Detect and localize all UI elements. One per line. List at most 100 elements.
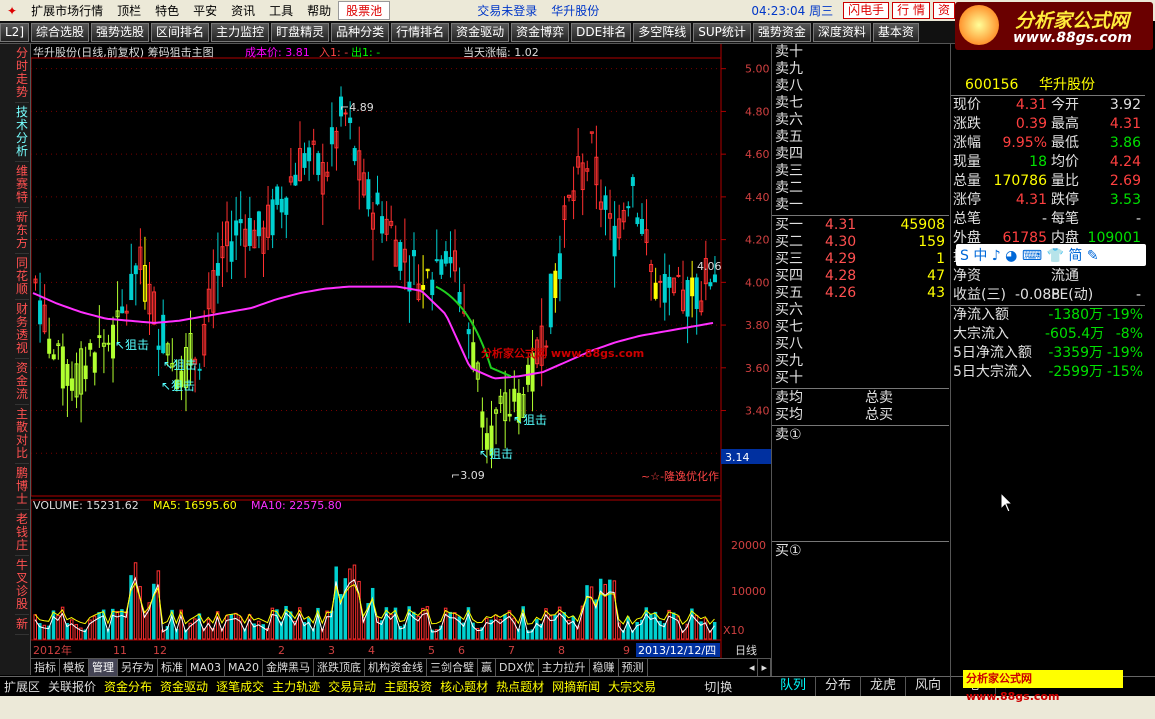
candle-body xyxy=(238,219,243,224)
bottom-tab[interactable]: 热点题材 xyxy=(492,678,548,695)
toolbar-button[interactable]: 盯盘精灵 xyxy=(271,22,330,42)
left-nav-item[interactable]: 财务透视 xyxy=(15,300,29,359)
period-label[interactable]: 日线 xyxy=(735,643,757,657)
indicator-tab[interactable]: 指标 xyxy=(31,659,60,676)
bottom-tab[interactable]: 网摘新闻 xyxy=(548,678,604,695)
bottom-tab[interactable]: 核心题材 xyxy=(436,678,492,695)
trade-status[interactable]: 交易未登录 xyxy=(470,2,544,19)
indicator-tab[interactable]: MA03 xyxy=(187,659,226,676)
bottom-tab[interactable]: 逐笔成交 xyxy=(212,678,268,695)
indicator-tab[interactable]: 涨跌顶底 xyxy=(314,659,366,676)
left-nav-item[interactable]: 鹏博士 xyxy=(15,464,29,510)
quote-value: 9.95% xyxy=(1002,135,1047,151)
left-nav-item[interactable]: 资金流 xyxy=(15,359,29,405)
menu-item[interactable]: 特色 xyxy=(148,2,186,19)
left-nav-item[interactable]: 牛叉诊股 xyxy=(15,556,29,615)
volume-bar xyxy=(535,619,539,640)
left-nav-item[interactable]: 新东方 xyxy=(15,208,29,254)
menu-item[interactable]: 帮助 xyxy=(300,2,338,19)
toolbar-button[interactable]: 主力监控 xyxy=(211,22,270,42)
menu-item[interactable]: 资讯 xyxy=(224,2,262,19)
flash-trade-button[interactable]: 闪电手 xyxy=(843,2,890,19)
left-nav-item[interactable]: 同花顺 xyxy=(15,254,29,300)
bid-row: 买八 xyxy=(772,336,949,353)
input-toolstrip[interactable]: S 中 ♪ ◕ ⌨ 👕 简 ✎ xyxy=(956,244,1146,266)
indicator-tab[interactable]: 赢 xyxy=(478,659,497,676)
low-label: ⌐3.09 xyxy=(451,469,485,482)
bottom-tab[interactable]: 扩展区 xyxy=(0,678,44,695)
left-nav-item[interactable]: 维赛特 xyxy=(15,162,29,208)
ad-box[interactable]: 分析家公式网 www.88gs.com xyxy=(963,670,1123,703)
menu-item[interactable]: 扩展市场行情 xyxy=(24,2,110,19)
bottom-tab[interactable]: 关联报价 xyxy=(44,678,100,695)
current-price-tag: 3.14 xyxy=(721,449,771,464)
ask-label: 卖六 xyxy=(775,112,803,128)
stock-pool-menu[interactable]: 股票池 xyxy=(338,1,391,20)
toolbar-button[interactable]: SUP统计 xyxy=(693,22,751,42)
bid-label: 买五 xyxy=(775,285,803,301)
indicator-tab[interactable]: 主力拉升 xyxy=(539,659,590,676)
toolbar-button[interactable]: 区间排名 xyxy=(151,22,210,42)
right-tab[interactable]: 分布 xyxy=(816,676,861,696)
sell-queue-label: 卖① xyxy=(775,427,802,443)
left-nav-item[interactable]: 分时走势 xyxy=(15,44,29,103)
main-chart[interactable]: 5.004.804.604.404.204.003.803.603.403.20… xyxy=(31,44,771,658)
toolbar-button[interactable]: 品种分类 xyxy=(331,22,390,42)
bottom-tab[interactable]: 资金驱动 xyxy=(156,678,212,695)
price-tick-label: 4.60 xyxy=(745,148,770,161)
flower-icon xyxy=(959,5,999,45)
indicator-tab[interactable]: 金牌黑马 xyxy=(263,659,315,676)
left-nav-item[interactable]: 新 xyxy=(15,615,29,635)
menu-item[interactable]: 顶栏 xyxy=(110,2,148,19)
indicator-tab[interactable]: 稳赚 xyxy=(590,659,619,676)
left-nav-item[interactable]: 老钱庄 xyxy=(15,510,29,556)
quote-key-2: 量比 xyxy=(1051,173,1079,189)
candle-body xyxy=(612,225,617,257)
bottom-tab[interactable]: 资金分布 xyxy=(100,678,156,695)
toolbar-button[interactable]: DDE排名 xyxy=(571,22,632,42)
indicator-tab[interactable]: 机构资金线 xyxy=(365,659,428,676)
indicator-tab[interactable]: 管理 xyxy=(89,659,118,676)
menu-item[interactable]: 工具 xyxy=(262,2,300,19)
indicator-tab[interactable]: DDX优 xyxy=(496,659,539,676)
quote-row: 净资 流通 xyxy=(951,267,1145,286)
left-nav-item[interactable]: 主散对比 xyxy=(15,405,29,464)
price-tick-label: 3.60 xyxy=(745,362,770,375)
menu-item[interactable]: 平安 xyxy=(186,2,224,19)
bottom-tab[interactable]: 主题投资 xyxy=(380,678,436,695)
info-button[interactable]: 资 xyxy=(932,2,955,19)
switch-button[interactable]: 切|换 xyxy=(700,678,736,695)
toolbar-button[interactable]: 强势资金 xyxy=(752,22,811,42)
indicator-tab[interactable]: 另存为 xyxy=(118,659,158,676)
toolbar-button[interactable]: 资金博弈 xyxy=(511,22,570,42)
indicator-tab[interactable]: 标准 xyxy=(158,659,187,676)
toolbar-button[interactable]: 综合选股 xyxy=(31,22,90,42)
toolbar-button[interactable]: 多空阵线 xyxy=(633,22,692,42)
indicator-tab[interactable]: MA20 xyxy=(225,659,264,676)
price-tick-label: 4.20 xyxy=(745,234,770,247)
quote-value: 0.39 xyxy=(1015,116,1047,132)
toolbar-button[interactable]: 资金驱动 xyxy=(451,22,510,42)
bottom-tab[interactable]: 主力轨迹 xyxy=(268,678,324,695)
chart-watermark: 分析家公式网 www.88gs.com xyxy=(481,346,644,360)
tab-scroll-right[interactable]: ▸ xyxy=(758,659,771,676)
left-nav-item[interactable]: 技术分析 xyxy=(15,103,29,162)
toolbar-button[interactable]: L2] xyxy=(0,22,30,42)
indicator-tab[interactable]: 预测 xyxy=(619,659,648,676)
toolbar-button[interactable]: 深度资料 xyxy=(812,22,871,42)
indicator-tab[interactable]: 三剑合璧 xyxy=(427,659,479,676)
right-tab[interactable]: 队列 xyxy=(771,676,816,696)
indicator-tab[interactable]: 模板 xyxy=(60,659,89,676)
toolbar-button[interactable]: 基本资 xyxy=(872,22,919,42)
right-tab[interactable]: 龙虎 xyxy=(861,676,906,696)
bid-volume: 47 xyxy=(927,268,945,284)
candle-body xyxy=(380,216,385,234)
bottom-tab[interactable]: 大宗交易 xyxy=(604,678,660,695)
toolbar-button[interactable]: 行情排名 xyxy=(391,22,450,42)
bottom-tab[interactable]: 交易异动 xyxy=(324,678,380,695)
tab-scroll-left[interactable]: ◂ xyxy=(746,659,759,676)
quote-button[interactable]: 行 情 xyxy=(892,2,930,19)
volume-bar xyxy=(197,613,202,640)
right-tab[interactable]: 风向 xyxy=(906,676,951,696)
toolbar-button[interactable]: 强势选股 xyxy=(91,22,150,42)
